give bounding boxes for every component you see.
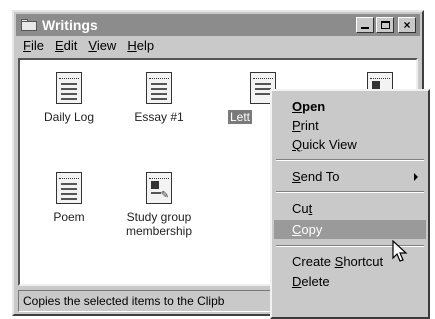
picture-document-icon: ✎ [146,172,172,204]
menu-separator [276,191,424,193]
close-icon: × [403,18,411,32]
mouse-pointer-icon [392,240,408,262]
maximize-icon [380,21,390,29]
window-title: Writings [42,17,98,33]
menu-view[interactable]: View [83,38,122,56]
close-button[interactable]: × [398,17,416,33]
menu-item-send-to[interactable]: Send To [274,167,426,186]
menu-bar: File Edit View Help [18,38,160,56]
minimize-icon [361,27,369,29]
file-daily-log[interactable]: Daily Log [24,72,114,124]
folder-icon [20,18,38,32]
menu-file[interactable]: File [18,38,50,56]
context-menu: Open Print Quick View Send To Cut Copy C… [270,89,430,319]
menu-item-quick-view[interactable]: Quick View [274,135,426,154]
minimize-button[interactable] [356,17,374,33]
maximize-button[interactable] [376,17,394,33]
menu-item-print[interactable]: Print [274,116,426,135]
file-essay-1[interactable]: Essay #1 [114,72,204,124]
menu-item-cut[interactable]: Cut [274,199,426,218]
file-poem[interactable]: Poem [24,172,114,224]
menu-separator [276,159,424,161]
menu-help[interactable]: Help [122,38,160,56]
title-bar[interactable]: Writings × [16,14,420,36]
menu-item-open[interactable]: Open [274,97,426,116]
submenu-arrow-icon [414,173,418,181]
file-label: Daily Log [43,110,95,124]
menu-item-copy[interactable]: Copy [274,220,426,239]
file-label: Study group membership [125,210,193,238]
document-icon [56,72,82,104]
file-study-group[interactable]: ✎ Study group membership [114,172,204,238]
file-label: Essay #1 [134,110,184,124]
pen-icon: ✎ [160,190,169,201]
document-icon [146,72,172,104]
menu-item-delete[interactable]: Delete [274,272,426,291]
file-label: Poem [53,210,85,224]
document-icon [56,172,82,204]
menu-edit[interactable]: Edit [50,38,83,56]
